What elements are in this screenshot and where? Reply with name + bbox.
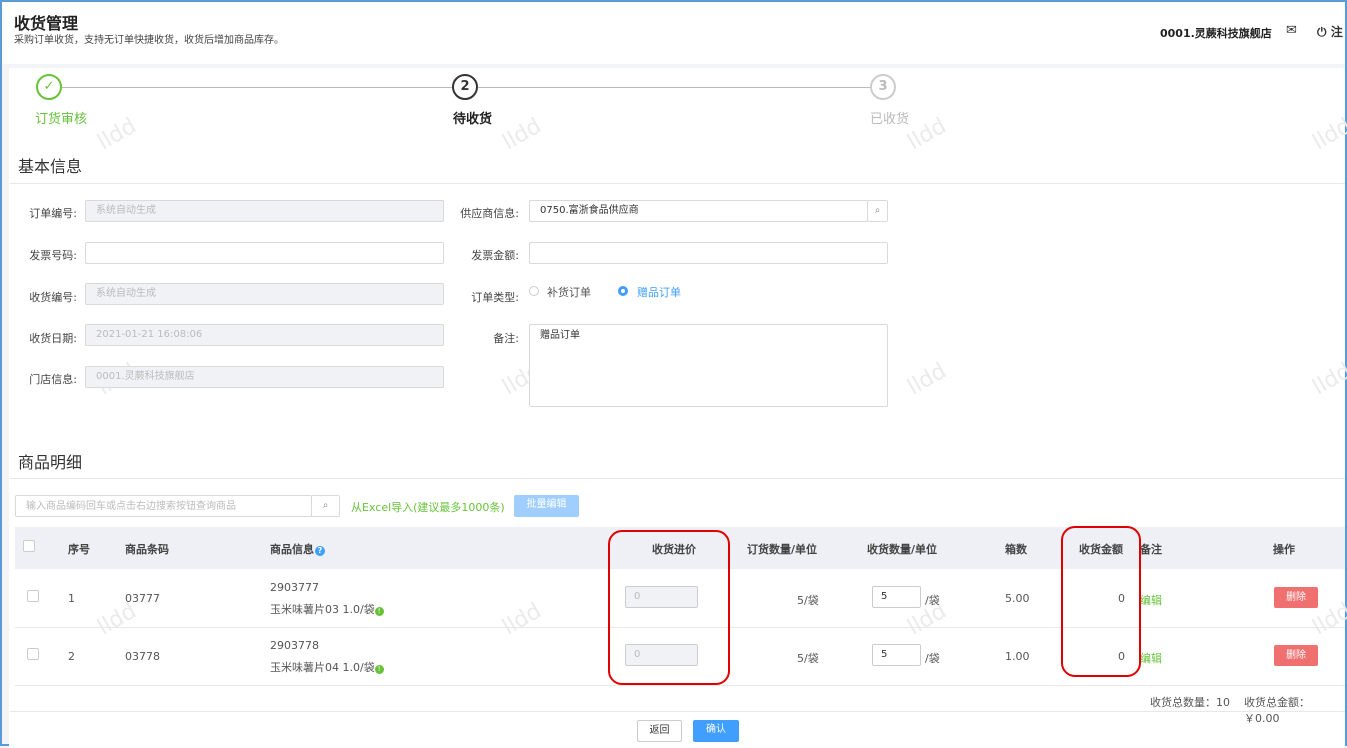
remark-label: 备注: [493, 332, 519, 345]
row-no: 1 [68, 592, 75, 605]
recv-qty-input[interactable]: 5 [872, 644, 921, 666]
step-2-label: 待收货 [453, 112, 493, 127]
col-remark: 备注 [1140, 543, 1162, 556]
row-boxes: 1.00 [1005, 650, 1030, 663]
col-no: 序号 [68, 543, 90, 556]
col-boxes: 箱数 [1005, 543, 1027, 556]
row-barcode: 03777 [125, 592, 160, 605]
remark-textarea[interactable]: 赠品订单 [529, 324, 888, 407]
supplier-search-button[interactable]: ⌕ [867, 200, 888, 222]
delete-button[interactable]: 删除 [1274, 645, 1318, 666]
batch-edit-button[interactable]: 批量编辑 [514, 495, 579, 517]
col-order-qty: 订货数量/单位 [747, 543, 818, 556]
store-label: 门店信息: [29, 373, 77, 386]
highlight-amount-column [1061, 526, 1141, 677]
logout-label: 注 [1330, 25, 1343, 39]
divider [10, 711, 1345, 712]
row-order-qty: 5/袋 [797, 652, 819, 665]
total-qty: 收货总数量：10 [1150, 696, 1230, 709]
step-2-number: 2 [452, 74, 478, 100]
row-checkbox[interactable] [27, 648, 39, 660]
order-no-field[interactable]: 系统自动生成 [85, 200, 444, 222]
search-icon: ⌕ [322, 500, 329, 511]
step-line [478, 87, 870, 88]
store-field[interactable]: 0001.灵蕨科技旗舰店 [85, 366, 444, 388]
col-barcode: 商品条码 [125, 543, 169, 556]
edit-remark-link[interactable]: 编辑 [1140, 650, 1162, 666]
order-type-label: 订单类型: [471, 291, 519, 304]
row-unit: /袋 [925, 594, 940, 607]
invoice-amount-field[interactable] [529, 242, 888, 264]
goods-title: 商品明细 [18, 453, 83, 472]
supplier-label: 供应商信息: [460, 207, 519, 220]
radio-gift[interactable] [618, 286, 628, 296]
col-recv-qty: 收货数量/单位 [867, 543, 938, 556]
select-all-checkbox[interactable] [23, 540, 35, 552]
radio-gift-label[interactable]: 赠品订单 [637, 284, 681, 300]
row-divider [15, 685, 1345, 686]
store-name[interactable]: 0001.灵蕨科技旗舰店 [1160, 25, 1272, 41]
step-3-number: 3 [870, 74, 896, 100]
row-unit: /袋 [925, 652, 940, 665]
edit-remark-link[interactable]: 编辑 [1140, 592, 1162, 608]
goods-search-button[interactable]: ⌕ [311, 495, 340, 517]
step-3-label: 已收货 [870, 112, 910, 127]
recv-qty-input[interactable]: 5 [872, 586, 921, 608]
supplier-field[interactable]: 0750.富浙食品供应商 [529, 200, 868, 222]
col-action: 操作 [1273, 543, 1295, 556]
row-no: 2 [68, 650, 75, 663]
info-icon[interactable]: ! [374, 607, 384, 616]
row-order-qty: 5/袋 [797, 594, 819, 607]
total-amount: 收货总金额：￥0.00 [1244, 696, 1310, 725]
info-icon[interactable]: ! [374, 665, 384, 674]
step-line [62, 87, 452, 88]
row-checkbox[interactable] [27, 590, 39, 602]
search-icon: ⌕ [874, 205, 881, 216]
invoice-no-field[interactable] [85, 242, 444, 264]
row-code: 2903777 [270, 581, 319, 594]
row-name: 玉米味薯片04 1.0/袋! [270, 659, 384, 675]
receipt-date-field[interactable]: 2021-01-21 16:08:06 [85, 324, 444, 346]
invoice-amount-label: 发票金额: [471, 249, 519, 262]
receipt-no-field[interactable]: 系统自动生成 [85, 283, 444, 305]
receipt-date-label: 收货日期: [29, 332, 77, 345]
back-button[interactable]: 返回 [637, 720, 682, 742]
row-name: 玉米味薯片03 1.0/袋! [270, 601, 384, 617]
delete-button[interactable]: 删除 [1274, 587, 1318, 608]
row-code: 2903778 [270, 639, 319, 652]
step-1-check-icon: ✓ [36, 74, 62, 100]
col-info: 商品信息? [270, 541, 325, 557]
mail-icon[interactable]: ✉ [1286, 23, 1297, 38]
divider [10, 478, 1345, 479]
row-barcode: 03778 [125, 650, 160, 663]
divider [10, 183, 1345, 184]
invoice-no-label: 发票号码: [29, 249, 77, 262]
confirm-button[interactable]: 确认 [693, 720, 739, 742]
step-1-label: 订货审核 [35, 112, 88, 127]
radio-replenish-label[interactable]: 补货订单 [547, 284, 591, 300]
radio-replenish[interactable] [529, 286, 539, 296]
help-icon[interactable]: ? [315, 546, 325, 556]
row-boxes: 5.00 [1005, 592, 1030, 605]
order-no-label: 订单编号: [29, 207, 77, 220]
excel-import-link[interactable]: 从Excel导入(建议最多1000条) [351, 499, 505, 515]
receipt-no-label: 收货编号: [29, 291, 77, 304]
logout-button[interactable]: ⏻ 注 [1317, 23, 1343, 40]
power-icon: ⏻ [1317, 25, 1327, 39]
basic-info-title: 基本信息 [18, 157, 83, 176]
goods-search-input[interactable]: 输入商品编码回车或点击右边搜索按钮查询商品 [15, 495, 312, 517]
highlight-price-column [608, 530, 730, 685]
page-subtitle: 采购订单收货，支持无订单快捷收货，收货后增加商品库存。 [14, 35, 284, 46]
